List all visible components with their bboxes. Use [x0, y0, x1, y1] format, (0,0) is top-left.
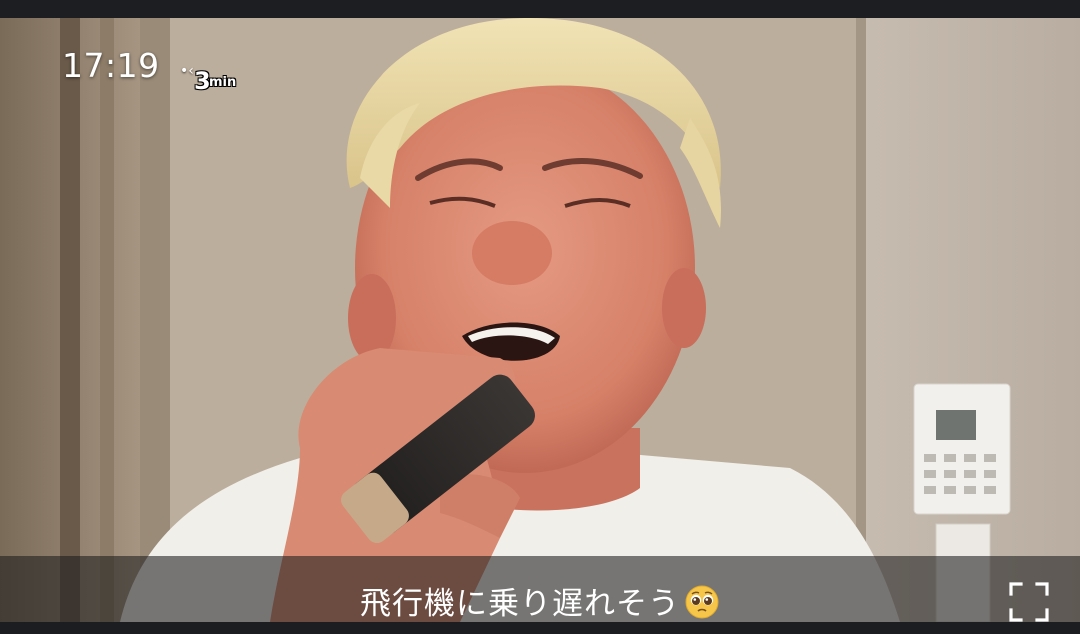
clock-display: 17:19	[62, 46, 160, 85]
video-frame	[0, 18, 1080, 622]
pleading-face-emoji	[685, 585, 719, 619]
fullscreen-icon[interactable]	[1007, 580, 1051, 622]
caption-text: 飛行機に乗り遅れそう	[360, 586, 680, 622]
bottom-bar	[0, 622, 1080, 634]
top-bar	[0, 0, 1080, 18]
timer-unit: min	[209, 75, 237, 90]
rewind-arrow-icon: •‹	[180, 63, 194, 79]
caption-line: 飛行機に乗り遅れそう	[0, 578, 1080, 622]
video-player[interactable]: 17:19 •‹ 3 min 飛行機に乗り遅れそう	[0, 18, 1080, 622]
rewind-timer[interactable]: •‹ 3 min	[180, 62, 244, 98]
